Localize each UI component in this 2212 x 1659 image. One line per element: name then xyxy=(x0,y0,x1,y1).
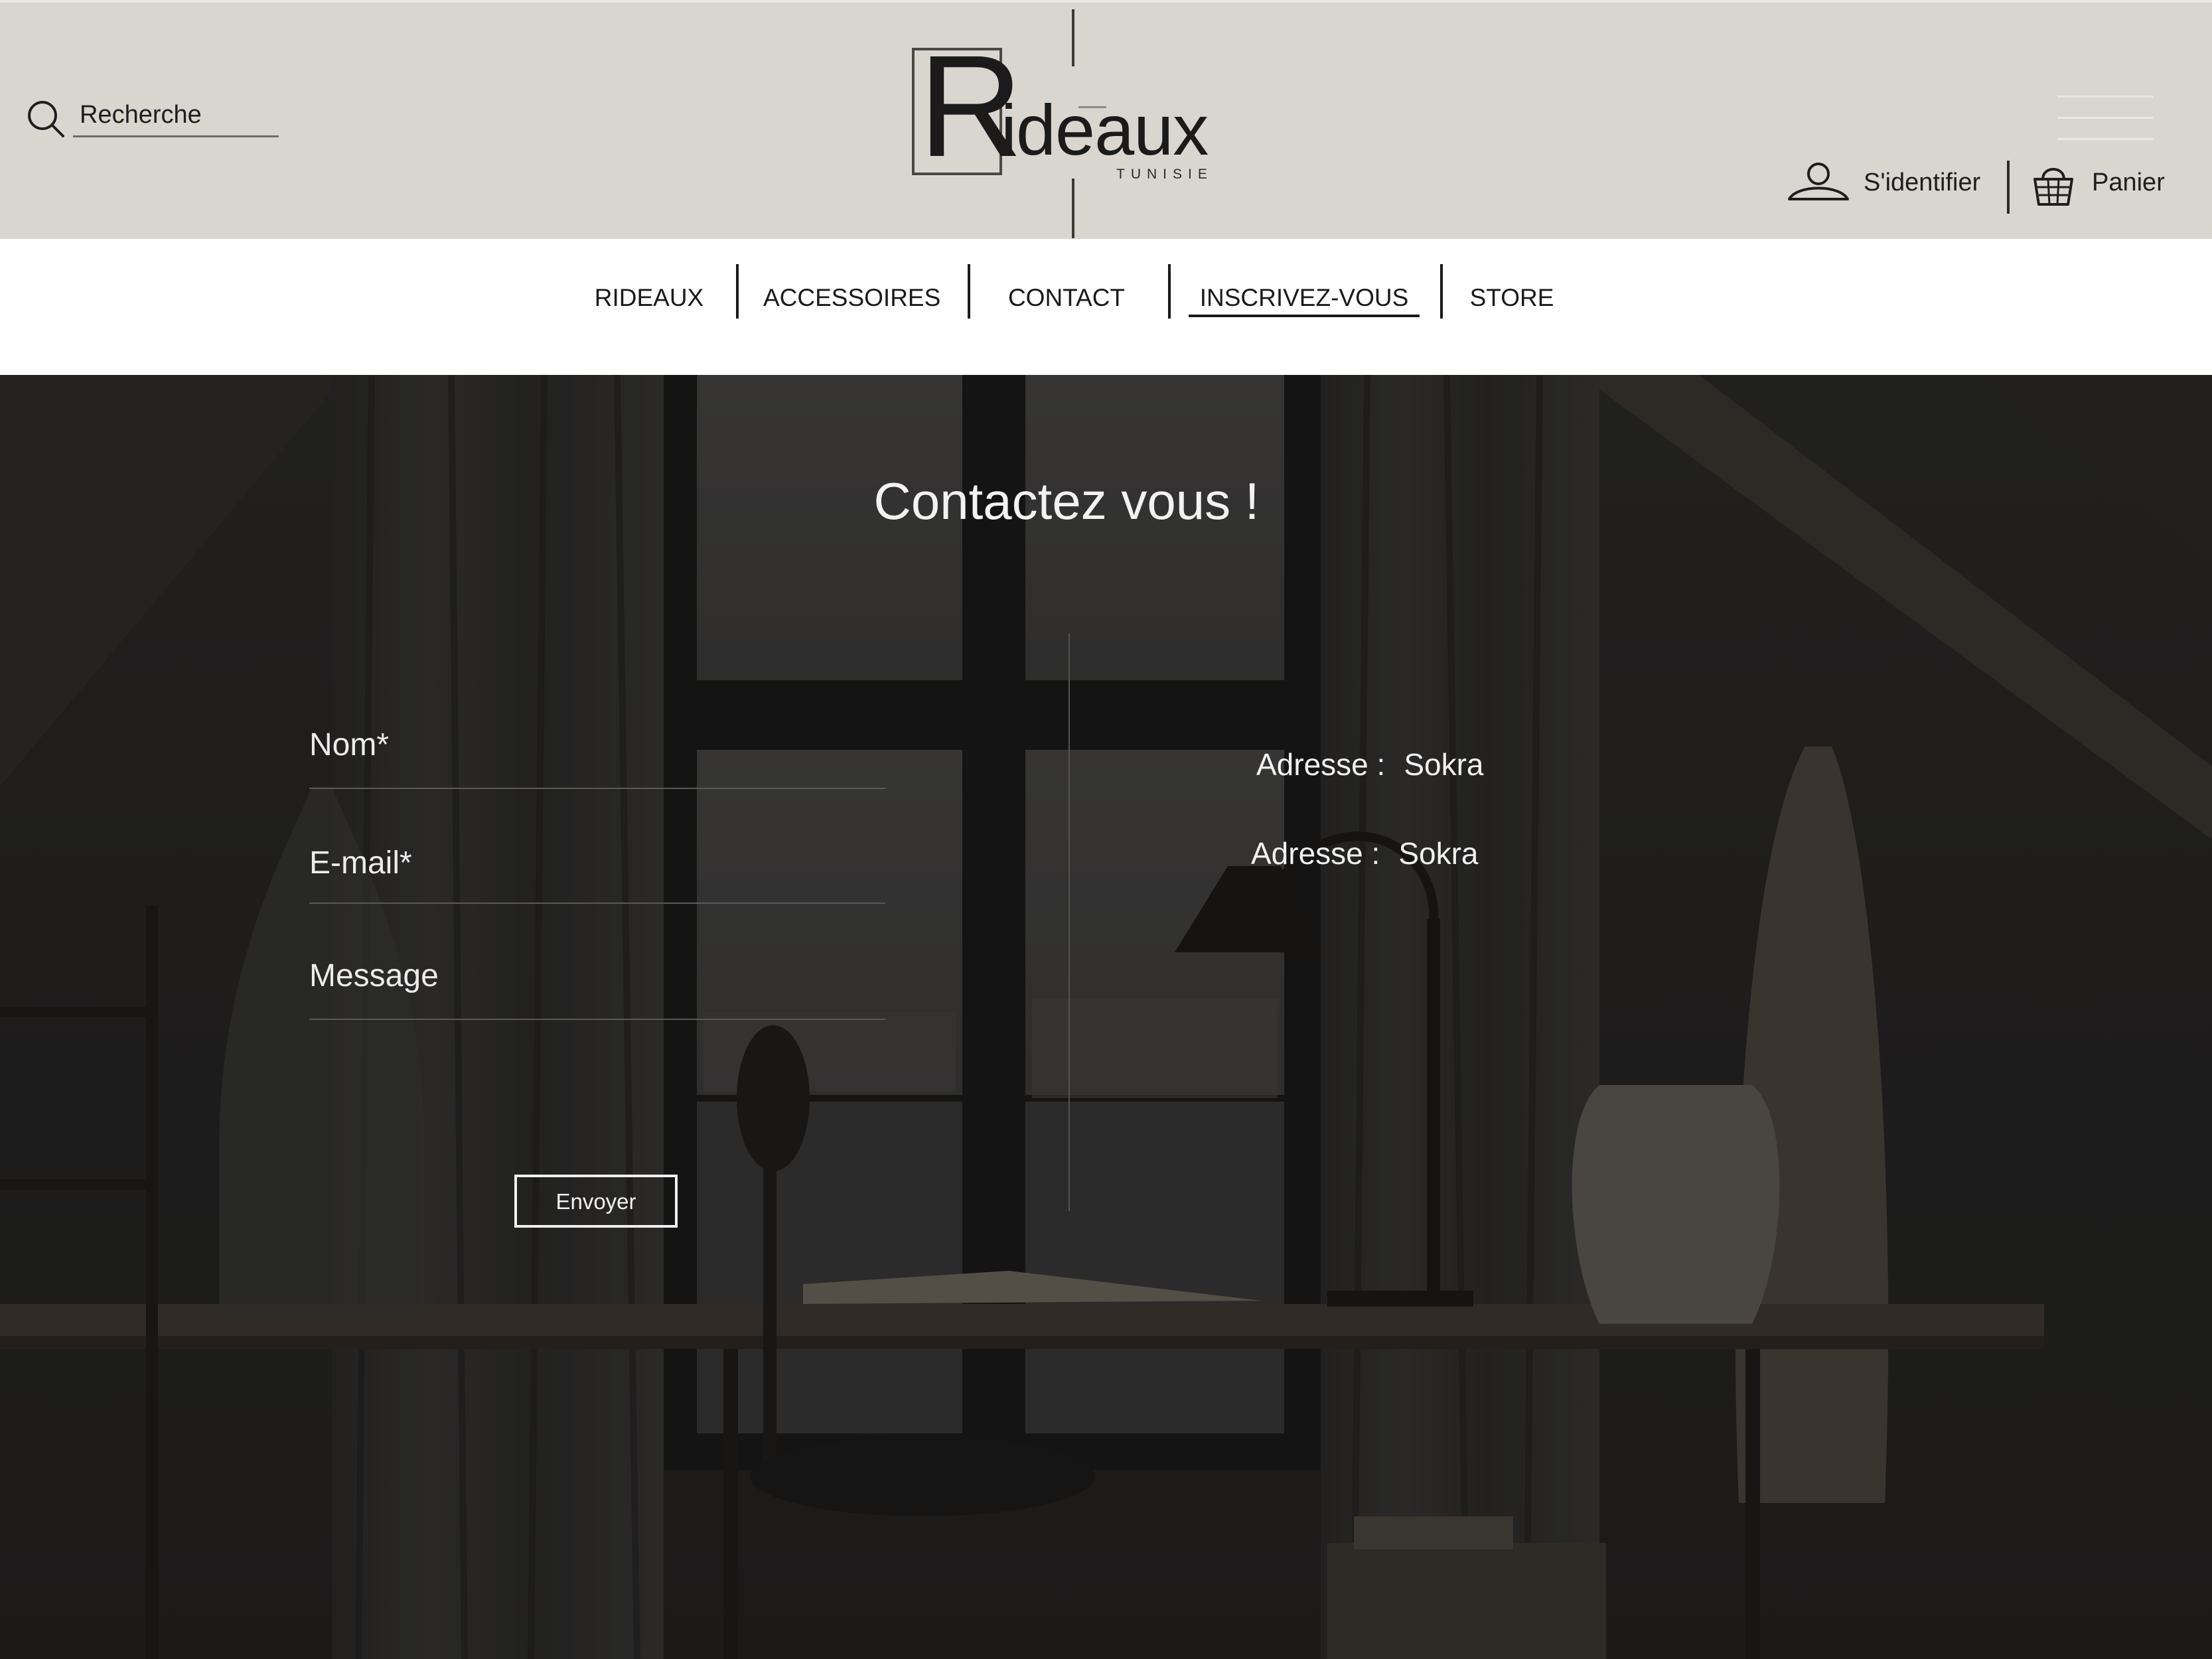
nav-separator xyxy=(968,264,970,319)
search-icon[interactable] xyxy=(25,98,66,139)
user-icon[interactable] xyxy=(1787,161,1850,203)
nav-item-rideaux[interactable]: RIDEAUX xyxy=(584,273,714,323)
logo-tagline: TUNISIE xyxy=(1116,167,1213,182)
brand-logo[interactable]: R ideaux TUNISIE xyxy=(909,9,1234,238)
header-divider xyxy=(2007,161,2010,214)
email-label[interactable]: E-mail* xyxy=(309,845,412,881)
logo-line-bottom xyxy=(1072,179,1074,238)
send-button[interactable]: Envoyer xyxy=(514,1175,678,1228)
logo-line-top xyxy=(1072,9,1074,66)
cart-label[interactable]: Panier xyxy=(2092,169,2165,197)
address-info: Adresse : Sokra xyxy=(1256,747,1483,782)
address-info: Adresse : Sokra xyxy=(1251,835,1478,871)
contact-title: Contactez vous ! xyxy=(873,472,1260,530)
address-value: Sokra xyxy=(1404,747,1484,782)
name-label[interactable]: Nom* xyxy=(309,727,389,763)
background-photo xyxy=(0,375,2212,1659)
search-box[interactable]: Recherche xyxy=(25,98,279,139)
address-label: Adresse : xyxy=(1251,836,1380,871)
logo-accent xyxy=(1078,106,1106,108)
nav-item-store[interactable]: STORE xyxy=(1460,273,1564,323)
name-underline xyxy=(309,788,885,789)
nav-separator xyxy=(1168,264,1171,319)
nav-separator xyxy=(736,264,739,319)
search-underline xyxy=(73,135,279,137)
address-value: Sokra xyxy=(1398,836,1479,871)
message-underline xyxy=(309,1019,885,1020)
nav-item-contact[interactable]: CONTACT xyxy=(995,273,1138,323)
message-label[interactable]: Message xyxy=(309,958,439,994)
logo-wordmark: ideaux xyxy=(1001,90,1209,170)
email-underline xyxy=(309,902,885,904)
search-input[interactable]: Recherche xyxy=(80,101,202,129)
main-nav: RIDEAUX ACCESSOIRES CONTACT INSCRIVEZ-VO… xyxy=(0,239,2212,375)
hamburger-icon[interactable] xyxy=(2057,96,2153,142)
nav-item-accessoires[interactable]: ACCESSOIRES xyxy=(763,273,940,323)
section-divider xyxy=(1069,634,1070,1211)
site-header: Recherche R ideaux TUNISIE S'identifier xyxy=(0,0,2212,239)
nav-active-indicator xyxy=(1189,315,1420,317)
address-label: Adresse : xyxy=(1256,747,1386,782)
nav-separator xyxy=(1440,264,1443,319)
contact-section: Contactez vous ! Nom* E-mail* Message En… xyxy=(0,375,2212,1659)
signin-label[interactable]: S'identifier xyxy=(1864,169,1980,197)
basket-icon[interactable] xyxy=(2032,161,2075,208)
